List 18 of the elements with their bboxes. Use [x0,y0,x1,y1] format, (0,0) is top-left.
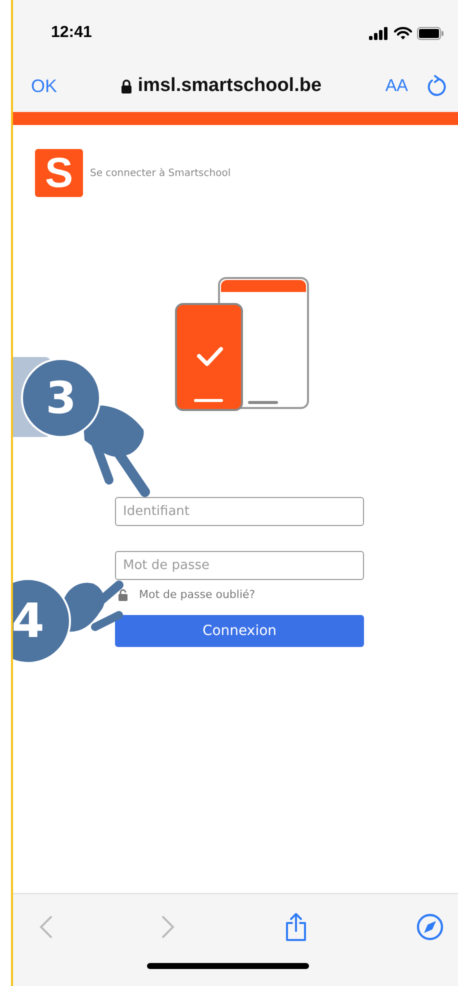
login-button[interactable]: Connexion [115,615,364,647]
forgot-password-link[interactable]: Mot de passe oublié? [139,588,256,601]
wifi-icon [394,26,412,40]
text-size-button[interactable]: AA [385,76,408,96]
status-time: 12:41 [51,24,92,42]
lock-icon [120,78,132,94]
url-text[interactable]: imsl.smartschool.be [138,75,322,97]
lock-icon [118,588,128,600]
logo: S [35,149,83,197]
password-field[interactable]: Mot de passe [115,551,364,580]
compass-icon[interactable] [416,913,444,941]
done-button[interactable]: OK [31,76,58,96]
username-field[interactable]: Identifiant [115,497,364,526]
share-icon[interactable] [284,912,308,942]
reload-icon[interactable] [426,75,446,97]
page-title: Se connecter à Smartschool [90,168,231,178]
signal-icon [369,26,389,40]
battery-icon [417,26,444,40]
